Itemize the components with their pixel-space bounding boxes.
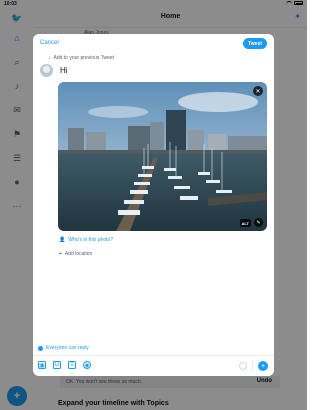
attached-photo[interactable]: ✕ ALT ✎ — [58, 82, 267, 231]
divider — [33, 355, 274, 356]
remove-photo-icon[interactable]: ✕ — [253, 86, 263, 96]
reply-setting[interactable]: Everyone can reply — [38, 345, 89, 351]
harbor-photo-image — [58, 82, 267, 231]
location-pin-icon: ⌖ — [59, 251, 62, 257]
add-thread-button[interactable]: + — [258, 361, 268, 371]
alt-text-button[interactable]: ALT — [239, 219, 251, 227]
add-location-row[interactable]: ⌖ Add location — [59, 251, 92, 257]
arrow-down-icon: ↓ — [48, 55, 51, 61]
tweet-button[interactable]: Tweet — [243, 38, 267, 49]
media-icon[interactable]: ▣ — [38, 361, 46, 369]
compose-modal: Cancel Tweet ↓ Add to your previous Twee… — [33, 34, 274, 376]
reply-setting-label: Everyone can reply — [46, 345, 89, 351]
add-location-label: Add location — [64, 251, 93, 257]
add-to-previous-tweet[interactable]: ↓ Add to your previous Tweet — [48, 55, 114, 61]
compose-text-field[interactable]: Hi — [60, 66, 68, 75]
character-counter — [239, 362, 247, 370]
cancel-button[interactable]: Cancel — [40, 40, 59, 46]
add-previous-label: Add to your previous Tweet — [53, 55, 115, 61]
gif-icon[interactable]: G — [53, 361, 61, 369]
toolbar-separator — [252, 361, 253, 371]
avatar[interactable] — [40, 64, 53, 77]
person-icon: 👤 — [59, 237, 66, 243]
tag-people-label: Who's in this photo? — [68, 237, 114, 243]
poll-icon[interactable]: ≡ — [68, 361, 76, 369]
edit-photo-icon[interactable]: ✎ — [254, 218, 263, 227]
location-icon[interactable]: ◉ — [83, 361, 91, 369]
tag-people-row[interactable]: 👤 Who's in this photo? — [59, 237, 113, 243]
compose-toolbar: ▣ G ≡ ◉ — [38, 361, 91, 369]
globe-icon — [38, 345, 43, 351]
